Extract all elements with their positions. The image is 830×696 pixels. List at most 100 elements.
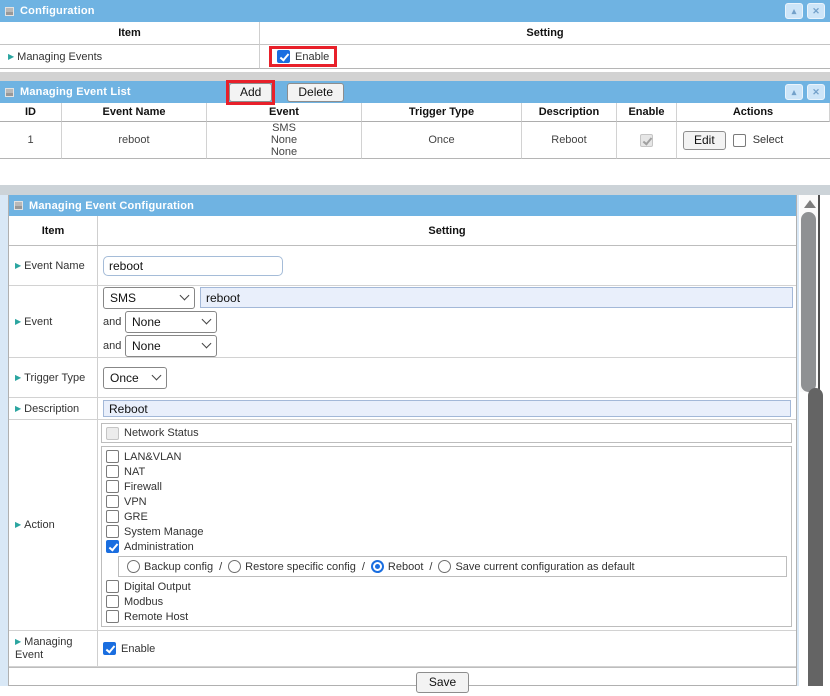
action-checkbox-label: Modbus [124, 596, 163, 608]
action-checkbox-modbus[interactable] [106, 595, 119, 608]
action-checkbox-lan-vlan[interactable] [106, 450, 119, 463]
configuration-panel-header: Configuration ▴ ✕ [0, 0, 830, 22]
panel-icon [5, 88, 14, 97]
event-type-selected-value: SMS [110, 291, 136, 305]
add-button[interactable]: Add [229, 83, 272, 102]
trigger-type-label: Trigger Type [24, 372, 85, 384]
description-label: Description [24, 403, 79, 415]
close-button[interactable]: ✕ [807, 3, 825, 19]
outer-scrollbar-thumb[interactable] [808, 388, 823, 686]
event-sms-input[interactable] [200, 287, 793, 308]
event-label-cell: ▶Event [9, 286, 98, 357]
action-checkbox-firewall[interactable] [106, 480, 119, 493]
network-status-label: Network Status [124, 427, 199, 439]
description-input[interactable] [103, 400, 791, 417]
panel-title: Managing Event Configuration [29, 200, 194, 212]
event-label: Event [24, 316, 52, 328]
event-name-row: ▶Event Name [9, 246, 796, 286]
panel-icon [14, 201, 23, 210]
separator: / [219, 561, 222, 573]
managing-events-enable-checkbox[interactable] [277, 50, 290, 63]
event-setting-cell: SMS and None and None [98, 286, 796, 357]
row-enable-checkbox [640, 134, 653, 147]
managing-events-setting-cell: Enable [260, 45, 830, 69]
event-line: SMS [272, 122, 296, 134]
select-checkbox[interactable] [733, 134, 746, 147]
radio-label: Restore specific config [245, 561, 356, 573]
close-icon: ✕ [812, 7, 820, 16]
managing-event-list-header: Managing Event List Add Delete ▴ ✕ [0, 81, 830, 103]
panel-separator [0, 72, 830, 81]
action-checkbox-system-manage[interactable] [106, 525, 119, 538]
save-button[interactable]: Save [416, 672, 469, 693]
bullet-arrow-icon: ▶ [15, 404, 21, 413]
action-checkbox-gre[interactable] [106, 510, 119, 523]
event-configuration-table: Managing Event Configuration Item Settin… [8, 195, 797, 686]
bullet-arrow-icon: ▶ [15, 373, 21, 382]
radio-backup-config[interactable] [127, 560, 140, 573]
close-button[interactable]: ✕ [807, 84, 825, 100]
chevron-down-icon [180, 291, 190, 301]
managing-event-list-panel: Managing Event List Add Delete ▴ ✕ ID Ev… [0, 81, 830, 159]
radio-reboot[interactable] [371, 560, 384, 573]
trigger-type-row: ▶Trigger Type Once [9, 358, 796, 398]
scrollbar-up-arrow-icon[interactable] [804, 200, 816, 208]
collapse-button[interactable]: ▴ [785, 3, 803, 19]
separator: / [429, 561, 432, 573]
column-header-setting: Setting [260, 22, 830, 45]
action-checkbox-digital-output[interactable] [106, 580, 119, 593]
radio-restore-specific-config[interactable] [228, 560, 241, 573]
radio-save-current-config[interactable] [438, 560, 451, 573]
event-type-select[interactable]: SMS [103, 287, 195, 309]
row-trigger-type-cell: Once [362, 122, 522, 159]
scrollbar-thumb[interactable] [801, 212, 816, 392]
description-label-cell: ▶Description [9, 398, 98, 419]
action-checkbox-label: Remote Host [124, 611, 188, 623]
row-event-name-cell: reboot [62, 122, 207, 159]
managing-event-configuration-panel: Managing Event Configuration Item Settin… [0, 195, 799, 686]
trigger-type-label-cell: ▶Trigger Type [9, 358, 98, 397]
panel-title: Configuration [20, 5, 95, 17]
and2-select[interactable]: None [125, 335, 217, 357]
action-setting-cell: Network Status LAN&VLAN NAT Firewall VPN… [98, 420, 796, 630]
managing-event-enable-checkbox[interactable] [103, 642, 116, 655]
action-checkbox-remote-host[interactable] [106, 610, 119, 623]
column-header-enable: Enable [617, 103, 677, 122]
close-icon: ✕ [812, 88, 820, 97]
managing-event-configuration-header: Managing Event Configuration [9, 195, 796, 216]
description-row: ▶Description [9, 398, 796, 420]
collapse-button[interactable]: ▴ [785, 84, 803, 100]
bullet-arrow-icon: ▶ [15, 261, 21, 270]
action-checkbox-label: Firewall [124, 481, 162, 493]
highlight-box-enable: Enable [269, 46, 337, 67]
event-line: None [271, 134, 297, 146]
event-name-label-cell: ▶Event Name [9, 246, 98, 285]
and-label: and [103, 340, 125, 352]
bullet-arrow-icon: ▶ [8, 52, 14, 61]
managing-events-label-cell: ▶ Managing Events [0, 45, 260, 69]
column-header-id: ID [0, 103, 62, 122]
managing-event-label-cell: ▶Managing Event [9, 631, 98, 666]
administration-radio-box: Backup config / Restore specific config … [118, 556, 787, 577]
and1-select[interactable]: None [125, 311, 217, 333]
action-checkbox-label: Digital Output [124, 581, 191, 593]
trigger-type-selected-value: Once [110, 371, 139, 385]
column-header-event: Event [207, 103, 362, 122]
managing-event-label: Managing Event [15, 636, 72, 661]
delete-button[interactable]: Delete [287, 83, 344, 102]
chevron-down-icon [202, 339, 212, 349]
radio-label: Save current configuration as default [455, 561, 634, 573]
event-name-input[interactable] [103, 256, 283, 276]
collapse-icon: ▴ [792, 88, 797, 97]
footer-row: Save [9, 667, 796, 696]
action-checkbox-vpn[interactable] [106, 495, 119, 508]
column-header-setting: Setting [98, 216, 796, 245]
row-enable-cell [617, 122, 677, 159]
action-checkbox-nat[interactable] [106, 465, 119, 478]
action-checkbox-administration[interactable] [106, 540, 119, 553]
trigger-type-select[interactable]: Once [103, 367, 167, 389]
action-label-cell: ▶Action [9, 420, 98, 630]
event-name-label: Event Name [24, 260, 85, 272]
edit-button[interactable]: Edit [683, 131, 726, 150]
action-checkbox-label: GRE [124, 511, 148, 523]
